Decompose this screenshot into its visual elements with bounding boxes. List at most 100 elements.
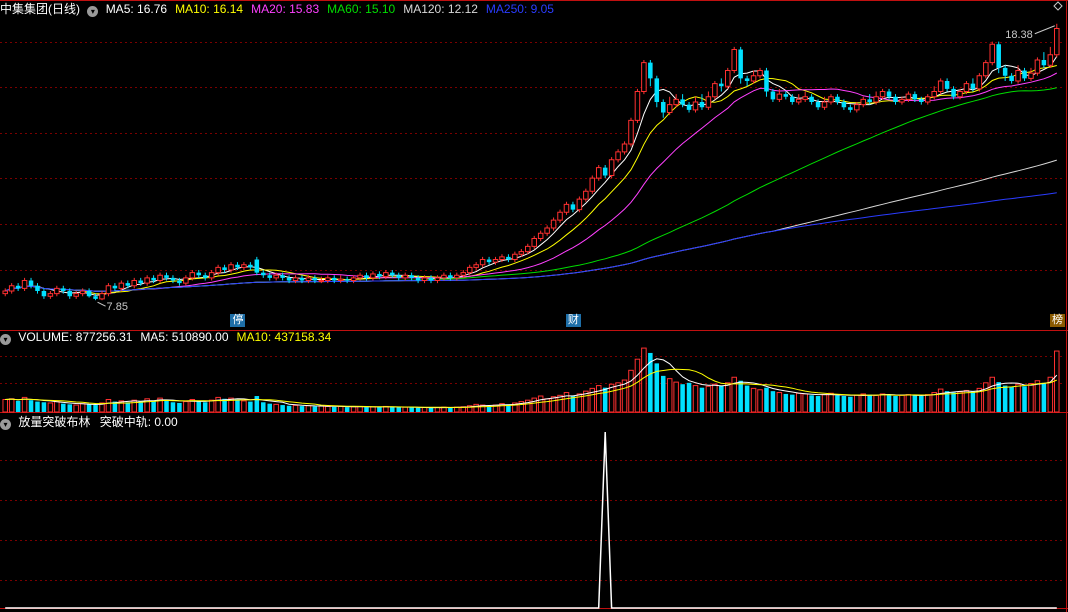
candle-body <box>944 81 950 89</box>
chevron-down-icon[interactable]: ▾ <box>0 419 11 430</box>
candle-body <box>183 277 189 284</box>
event-marker[interactable]: 停 <box>230 314 246 327</box>
volume-bar <box>312 406 318 412</box>
candle-body <box>996 44 1001 68</box>
volume-bar <box>415 407 421 412</box>
volume-bar <box>634 358 641 413</box>
candle-body <box>963 83 970 92</box>
volume-bar <box>280 405 285 412</box>
candle-body <box>976 75 983 90</box>
candle <box>666 96 673 116</box>
candle <box>860 96 866 108</box>
volume-bar <box>725 382 731 413</box>
volume-bar <box>138 401 143 412</box>
candle <box>512 251 518 263</box>
volume-bar <box>744 385 750 412</box>
volume-bar <box>177 402 182 412</box>
volume-bar <box>325 405 331 413</box>
candle <box>105 283 112 297</box>
candle <box>660 99 666 118</box>
candle <box>712 81 718 100</box>
candle-body <box>241 264 247 268</box>
volume-bar <box>641 347 647 413</box>
event-marker[interactable]: 榜 <box>1050 314 1065 327</box>
volume-bar <box>654 363 660 412</box>
candle <box>79 288 86 297</box>
volume-bar <box>912 395 918 412</box>
chevron-down-icon[interactable]: ▾ <box>0 334 11 345</box>
volume-legend-item: MA5: 510890.00 <box>140 330 229 344</box>
chevron-down-icon[interactable]: ▾ <box>87 6 99 17</box>
candle-body <box>86 291 92 297</box>
volume-bar <box>937 388 944 413</box>
volume-bar <box>125 402 131 412</box>
candle-body <box>390 272 395 276</box>
candle <box>738 46 743 84</box>
candle-body <box>170 277 176 281</box>
candle <box>719 78 724 92</box>
candle-body <box>937 80 944 92</box>
candle-body <box>1041 60 1047 66</box>
candle-body <box>1047 54 1054 66</box>
candle-body <box>660 102 666 113</box>
candle-body <box>215 266 221 274</box>
candle <box>208 270 215 281</box>
candle <box>924 94 931 105</box>
candle-body <box>841 102 847 108</box>
volume-bar <box>899 394 905 413</box>
volume-bar <box>957 391 963 413</box>
candle-body <box>1022 70 1027 79</box>
volume-bar <box>331 406 337 412</box>
candle-body <box>595 167 602 179</box>
candle-body <box>144 277 150 284</box>
volume-bar <box>841 396 847 412</box>
candle <box>8 283 15 294</box>
volume-bar <box>802 393 808 413</box>
candle-body <box>615 151 621 161</box>
volume-bar <box>1022 386 1027 412</box>
candle <box>608 157 615 179</box>
diamond-icon <box>1053 1 1063 11</box>
candle <box>131 277 138 289</box>
candle-body <box>228 264 234 271</box>
candle-body <box>835 96 840 102</box>
candle-body <box>905 93 912 100</box>
volume-bar <box>93 405 98 412</box>
candle <box>41 288 47 299</box>
candle-body <box>364 275 369 278</box>
candle <box>595 165 602 181</box>
volume-bar <box>951 392 956 412</box>
candle-body <box>54 287 60 295</box>
volume-bar <box>893 396 898 412</box>
volume-bar <box>783 393 789 412</box>
volume-bar <box>531 397 537 413</box>
event-marker[interactable]: 财 <box>565 314 581 327</box>
candle <box>725 67 731 89</box>
candle-body <box>93 296 98 299</box>
volume-bar <box>1041 382 1047 412</box>
stock-name: 中集集团(日线) <box>0 2 80 16</box>
volume-bar <box>860 393 866 413</box>
volume-bar <box>2 398 8 413</box>
candle <box>615 149 621 163</box>
candle <box>654 75 660 108</box>
candle <box>628 117 634 147</box>
candle <box>602 165 608 179</box>
candle-body <box>686 104 692 110</box>
volume-bar <box>628 369 634 413</box>
candle-body <box>1028 72 1034 79</box>
volume-bar <box>1028 383 1034 413</box>
volume-bar <box>828 392 834 413</box>
volume-bar <box>680 384 685 412</box>
candle <box>705 91 712 110</box>
volume-bar <box>1054 350 1060 413</box>
volume-bar <box>821 394 828 413</box>
candle-body <box>79 290 86 295</box>
volume-bar <box>963 389 970 413</box>
candle <box>248 262 253 270</box>
candle-body <box>466 266 473 274</box>
volume-bar <box>396 407 402 412</box>
volume-bar <box>41 402 47 412</box>
candle <box>1054 23 1060 58</box>
candle-body <box>318 280 325 282</box>
